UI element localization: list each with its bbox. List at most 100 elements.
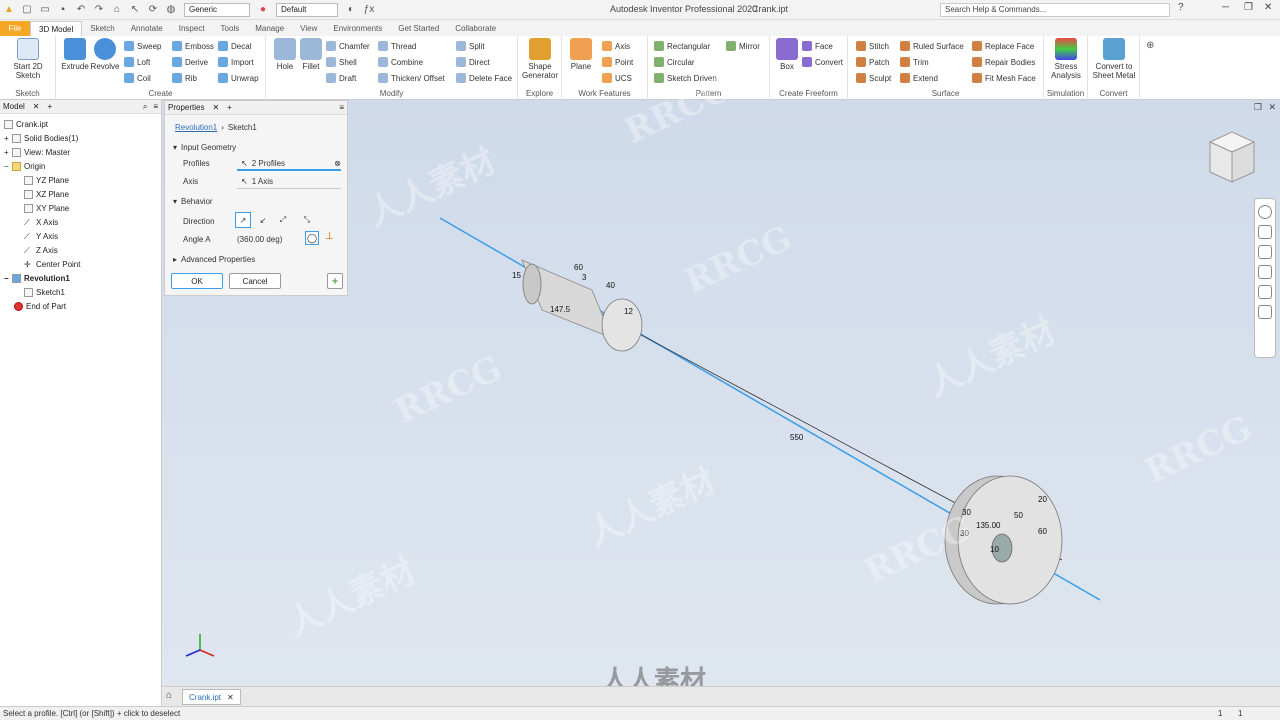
clear-selection-icon[interactable]: ⊗ — [334, 159, 341, 168]
redo-icon[interactable]: ↷ — [92, 3, 106, 17]
delete-face-button[interactable]: Delete Face — [456, 72, 512, 84]
stress-analysis-button[interactable]: Stress Analysis — [1046, 38, 1086, 80]
browser-search-icon[interactable]: ⌕ — [143, 102, 147, 112]
tab-get-started[interactable]: Get Started — [390, 21, 447, 36]
tree-item-xy-plane[interactable]: XY Plane — [24, 204, 69, 213]
extrude-button[interactable]: Extrude — [58, 38, 92, 71]
home-icon[interactable]: ⌂ — [110, 3, 124, 17]
tab-inspect[interactable]: Inspect — [171, 21, 213, 36]
tree-item-crank[interactable]: Crank.ipt — [4, 120, 48, 129]
dimension-label[interactable]: 30 — [962, 508, 971, 517]
import-button[interactable]: Import — [218, 56, 254, 68]
tab-tools[interactable]: Tools — [213, 21, 248, 36]
model-tab[interactable]: Model — [3, 102, 25, 111]
unwrap-button[interactable]: Unwrap — [218, 72, 259, 84]
properties-menu-icon[interactable]: ≡ — [339, 103, 344, 112]
update-icon[interactable]: ⟳ — [146, 3, 160, 17]
ok-button[interactable]: OK — [171, 273, 223, 289]
rib-button[interactable]: Rib — [172, 72, 197, 84]
tree-item-x-axis[interactable]: ⟋ X Axis — [24, 218, 58, 227]
point-button[interactable]: Point — [602, 56, 633, 68]
browser-menu-icon[interactable]: ≡ — [153, 102, 158, 111]
dimension-label[interactable]: 3 — [582, 273, 587, 282]
tree-item-sketch1[interactable]: Sketch1 — [24, 288, 65, 297]
axis-selector[interactable]: ↖ 1 Axis — [237, 175, 341, 189]
add-panel-icon[interactable]: + — [48, 102, 53, 111]
minimize-icon[interactable]: ─ — [1222, 2, 1229, 13]
model-tab-close-icon[interactable]: ✕ — [33, 102, 40, 111]
expand-icon[interactable]: + — [4, 134, 12, 143]
axis-button[interactable]: Axis — [602, 40, 630, 52]
select-icon[interactable]: ↖ — [128, 3, 142, 17]
fit-mesh-face-button[interactable]: Fit Mesh Face — [972, 72, 1036, 84]
circular-button[interactable]: Circular — [654, 56, 695, 68]
sculpt-button[interactable]: Sculpt — [856, 72, 891, 84]
ucs-button[interactable]: UCS — [602, 72, 632, 84]
close-icon[interactable]: ✕ — [1264, 2, 1272, 13]
open-icon[interactable]: ▭ — [38, 3, 52, 17]
draft-button[interactable]: Draft — [326, 72, 356, 84]
tab-manage[interactable]: Manage — [247, 21, 292, 36]
mirror-button[interactable]: Mirror — [726, 40, 760, 52]
properties-close-icon[interactable]: ✕ — [212, 103, 219, 112]
emboss-button[interactable]: Emboss — [172, 40, 214, 52]
tree-item-z-axis[interactable]: ⟋ Z Axis — [24, 246, 58, 255]
tree-item-yz-plane[interactable]: YZ Plane — [24, 176, 69, 185]
angle-input[interactable]: (360.00 deg) — [237, 235, 282, 244]
palette-icon[interactable]: ◐ — [344, 3, 358, 17]
maximize-icon[interactable]: ❐ — [1244, 2, 1253, 13]
dimension-label[interactable]: 20 — [1038, 495, 1047, 504]
collapse-icon[interactable]: − — [4, 274, 12, 283]
extend-button[interactable]: Extend — [900, 72, 938, 84]
dimension-label[interactable]: 10 — [990, 545, 999, 554]
sketch-driven-button[interactable]: Sketch Driven — [654, 72, 717, 84]
box-button[interactable]: Box — [770, 38, 804, 71]
plane-button[interactable]: Plane — [564, 38, 598, 71]
tab-collaborate[interactable]: Collaborate — [447, 21, 504, 36]
expand-icon[interactable]: + — [4, 148, 12, 157]
loft-button[interactable]: Loft — [124, 56, 150, 68]
thread-button[interactable]: Thread — [378, 40, 416, 52]
home-tab-icon[interactable]: ⌂ — [166, 690, 172, 701]
dimension-label[interactable]: 60 — [574, 263, 583, 272]
decal-button[interactable]: Decal — [218, 40, 251, 52]
dimension-label[interactable]: 30 — [960, 529, 969, 538]
view-face-icon[interactable] — [1258, 305, 1272, 319]
direction-flipped-icon[interactable]: ↙ — [255, 212, 271, 228]
face-button[interactable]: Face — [802, 40, 833, 52]
dimension-label[interactable]: 15 — [512, 271, 521, 280]
tab-3d-model[interactable]: 3D Model — [30, 21, 83, 36]
cancel-button[interactable]: Cancel — [229, 273, 281, 289]
tree-item-end-of-part[interactable]: End of Part — [14, 302, 66, 311]
fx-icon[interactable]: ƒx — [362, 3, 376, 17]
tree-item-origin[interactable]: − Origin — [4, 162, 45, 171]
tree-item-solid-bodies[interactable]: + Solid Bodies(1) — [4, 134, 78, 143]
help-icon[interactable]: ? — [1178, 2, 1184, 13]
dimension-label[interactable]: 550 — [790, 433, 804, 442]
start-2d-sketch-button[interactable]: Start 2D Sketch — [8, 38, 48, 80]
save-icon[interactable]: ▪ — [56, 3, 70, 17]
revolve-button[interactable]: Revolve — [88, 38, 122, 71]
tree-item-view-master[interactable]: + View: Master — [4, 148, 70, 157]
chamfer-button[interactable]: Chamfer — [326, 40, 370, 52]
advanced-properties-section[interactable]: ▸ Advanced Properties — [173, 255, 255, 264]
combine-button[interactable]: Combine — [378, 56, 423, 68]
zoom-icon[interactable] — [1258, 245, 1272, 259]
tab-environments[interactable]: Environments — [325, 21, 390, 36]
new-icon[interactable]: ▢ — [20, 3, 34, 17]
document-tab-close-icon[interactable]: ✕ — [227, 693, 234, 702]
direct-button[interactable]: Direct — [456, 56, 490, 68]
coil-button[interactable]: Coil — [124, 72, 151, 84]
material-select[interactable]: Generic — [184, 2, 250, 17]
angle-to-icon[interactable]: ⊥ — [325, 231, 334, 242]
dimension-label[interactable]: 12 — [624, 307, 633, 316]
pan-icon[interactable] — [1258, 225, 1272, 239]
stitch-button[interactable]: Stitch — [856, 40, 889, 52]
collapse-icon[interactable]: − — [4, 162, 12, 171]
breadcrumb-sketch[interactable]: Sketch1 — [228, 123, 257, 132]
derive-button[interactable]: Derive — [172, 56, 208, 68]
search-input[interactable]: Search Help & Commands... — [940, 3, 1170, 17]
dimension-label[interactable]: 60 — [1038, 527, 1047, 536]
trim-button[interactable]: Trim — [900, 56, 929, 68]
profiles-selector[interactable]: ↖ 2 Profiles ⊗ — [237, 157, 341, 171]
